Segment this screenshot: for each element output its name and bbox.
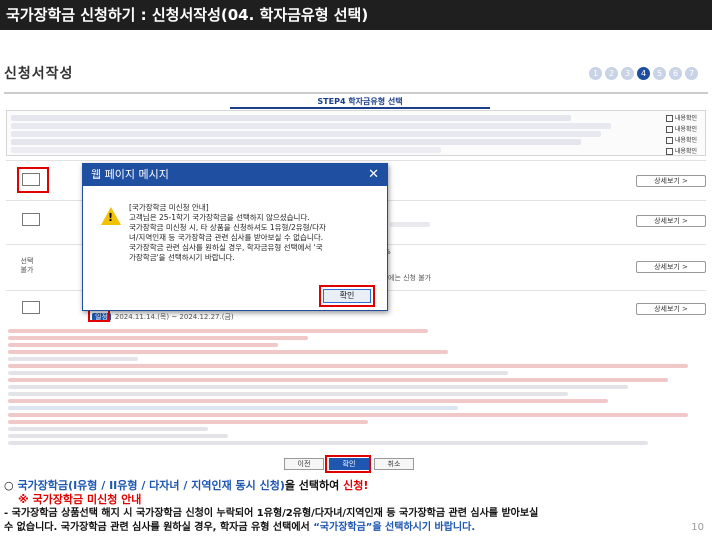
prev-button[interactable]: 이전 <box>284 458 324 470</box>
agreement-text-line <box>11 139 581 145</box>
step-indicator: 1 2 3 4 5 6 7 <box>589 67 698 80</box>
not-selectable-label: 선택 불가 <box>20 257 34 274</box>
dialog-message-title: [국가장학금 미신청 안내] <box>129 203 209 212</box>
agree-checkbox-2[interactable]: 내용확인 <box>665 124 697 133</box>
step-5: 5 <box>653 67 666 80</box>
note-line <box>8 406 458 410</box>
step-4-active: 4 <box>637 67 650 80</box>
scholarship-checkbox[interactable] <box>22 301 40 314</box>
step-6: 6 <box>669 67 682 80</box>
detail-button[interactable]: 상세보기 > <box>636 303 706 315</box>
note-line <box>8 350 448 354</box>
dialog-message-line: 고객님은 25-1학기 국가장학금을 선택하지 않으셨습니다. <box>129 213 310 222</box>
detail-button[interactable]: 상세보기 > <box>636 175 706 187</box>
dialog-title: 웹 페이지 메시지 <box>83 164 387 186</box>
note-line <box>8 420 368 424</box>
notes-block <box>8 329 698 448</box>
instruction-caption: ○ 국가장학금(I유형 / II유형 / 다자녀 / 지역인재 동시 신청)을 … <box>4 479 708 535</box>
application-period: 일정 2024.11.14.(목) ~ 2024.12.27.(금) <box>92 312 234 322</box>
dialog-message-line: 국가장학금 관련 심사를 원하실 경우, 학자금유형 선택에서 '국 <box>129 243 323 252</box>
close-icon[interactable]: ✕ <box>368 167 379 182</box>
dialog-message: [국가장학금 미신청 안내] 고객님은 25-1학기 국가장학금을 선택하지 않… <box>129 203 379 263</box>
note-line <box>8 434 228 438</box>
step-3: 3 <box>621 67 634 80</box>
slide-title-bar: 국가장학금 신청하기 : 신청서작성(04. 학자금유형 선택) <box>0 0 712 30</box>
note-line <box>8 427 208 431</box>
agreement-box: 내용확인 내용확인 내용확인 내용확인 <box>6 110 706 156</box>
agreement-text-line <box>11 131 601 137</box>
row-text-line <box>390 222 430 227</box>
highlight-box <box>325 455 371 473</box>
note-line <box>8 413 688 417</box>
note-line <box>8 336 308 340</box>
caption-line-2: ※ 국가장학금 미신청 안내 <box>18 493 142 506</box>
step-title: STEP4 학자금유형 선택 <box>230 96 490 109</box>
warning-icon-mark: ! <box>108 211 114 224</box>
caption-line-3: - 국가장학금 상품선택 해지 시 국가장학금 신청이 누락되어 1유형/2유형… <box>4 508 539 519</box>
detail-button[interactable]: 상세보기 > <box>636 215 706 227</box>
dialog-message-line: 녀/지역인재 등 국가장학금 관련 심사를 받아보실 수 없습니다. <box>129 233 324 242</box>
agreement-text-line <box>11 123 611 129</box>
cancel-button[interactable]: 취소 <box>374 458 414 470</box>
note-line <box>8 343 278 347</box>
note-line <box>8 385 628 389</box>
step-7: 7 <box>685 67 698 80</box>
scholarship-checkbox[interactable] <box>22 213 40 226</box>
page-number: 10 <box>691 522 704 533</box>
dialog-message-line: 가장학금'을 선택하시기 바랍니다. <box>129 253 235 262</box>
agree-checkbox-4[interactable]: 내용확인 <box>665 146 697 155</box>
dialog-message-line: 국가장학금 미신청 시, 타 상품을 신청하셔도 1유형/2유형/다자 <box>129 223 326 232</box>
web-page-message-dialog: 웹 페이지 메시지 ✕ ! [국가장학금 미신청 안내] 고객님은 25-1학기… <box>82 163 388 311</box>
page-title: 신청서작성 <box>4 66 74 82</box>
detail-button[interactable]: 상세보기 > <box>636 261 706 273</box>
agree-checkbox-1[interactable]: 내용확인 <box>665 113 697 122</box>
note-line <box>8 399 608 403</box>
note-line <box>8 378 668 382</box>
caption-line-1: ○ 국가장학금(I유형 / II유형 / 다자녀 / 지역인재 동시 신청)을 … <box>4 479 369 492</box>
highlight-box <box>319 285 375 307</box>
row-note: 에는 신청 불가 <box>388 274 432 282</box>
agree-checkbox-3[interactable]: 내용확인 <box>665 135 697 144</box>
note-line <box>8 441 648 445</box>
caption-line-4: 수 없습니다. 국가장학금 관련 심사를 원하실 경우, 학자금 유형 선택에서… <box>4 522 476 533</box>
note-line <box>8 371 508 375</box>
note-line <box>8 357 138 361</box>
step-1: 1 <box>589 67 602 80</box>
agreement-text-line <box>11 147 441 153</box>
agreement-text-line <box>11 115 571 121</box>
highlight-box <box>17 167 49 193</box>
note-line <box>8 329 428 333</box>
note-line <box>8 364 688 368</box>
step-2: 2 <box>605 67 618 80</box>
note-line <box>8 392 568 396</box>
